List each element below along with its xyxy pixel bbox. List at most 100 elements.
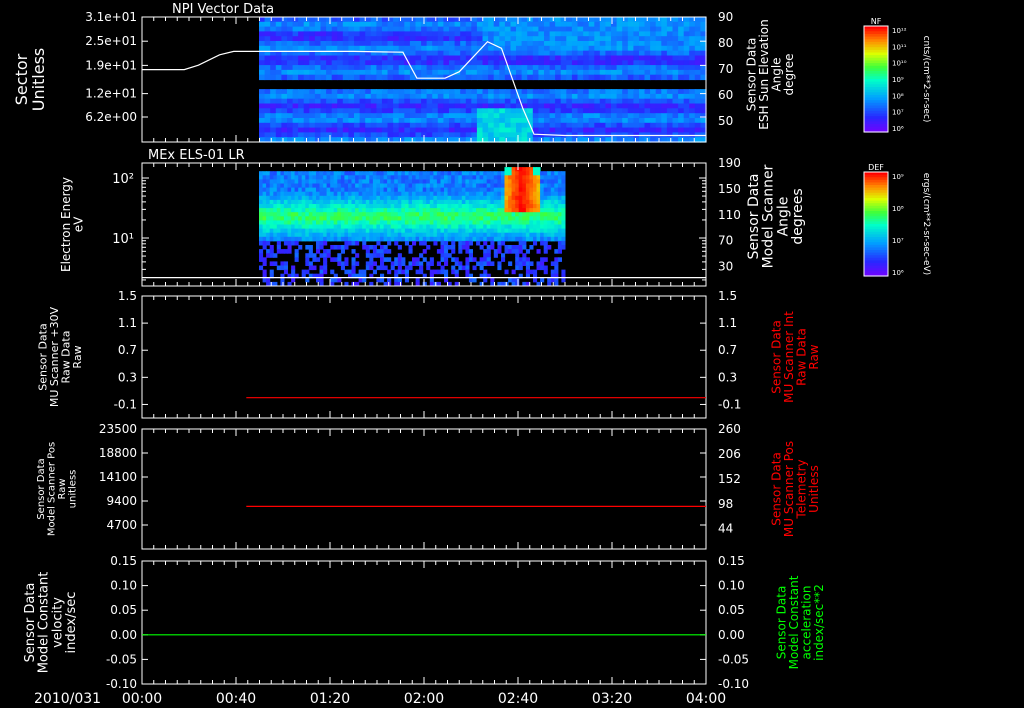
heatmap-cell [287,21,294,28]
heatmap-cell [650,122,657,129]
heatmap-cell [419,224,424,230]
heatmap-cell [525,257,530,262]
heatmap-cell [547,228,552,234]
heatmap-cell [298,93,305,100]
heatmap-cell [323,195,328,201]
heatmap-cell [305,232,310,238]
heatmap-cell [275,89,282,95]
heatmap-cell [447,253,452,258]
heatmap-cell [599,103,606,109]
heatmap-cell [666,55,674,61]
heatmap-cell [348,179,353,184]
heatmap-cell [358,199,363,205]
heatmap-cell [504,118,512,124]
heatmap-cell [490,195,495,201]
heatmap-cell [694,118,701,124]
heatmap-cell [518,204,523,209]
heatmap-cell [383,257,388,262]
heatmap-cell [287,175,292,180]
heatmap-cell [380,204,385,209]
heatmap-cell [326,204,331,209]
heatmap-cell [454,17,461,23]
heatmap-cell [340,228,345,234]
heatmap-cell [390,212,395,217]
heatmap-cell [443,127,450,133]
heatmap-cell [468,183,473,189]
heatmap-cell [266,187,271,193]
heatmap-cell [525,183,530,189]
heatmap-cell [275,74,282,81]
heatmap-cell [376,55,383,61]
heatmap-cell [490,175,495,180]
heatmap-cell [426,31,433,37]
heatmap-cell [323,212,328,217]
heatmap-cell [454,269,459,275]
y-tick-label: 23500 [99,422,137,436]
heatmap-cell [354,26,361,32]
heatmap-cell [398,60,405,66]
heatmap-cell [372,195,377,201]
heatmap-cell [508,232,513,238]
heatmap-cell [415,21,422,28]
heatmap-cell [387,55,394,61]
heatmap-cell [266,249,271,254]
right-y-tick-label: 0.00 [718,628,745,642]
heatmap-cell [666,31,674,37]
heatmap-cell [437,17,444,23]
heatmap-cell [264,118,271,124]
right-y-tick-label: 0.15 [718,554,745,568]
heatmap-cell [437,21,444,28]
heatmap-cell [298,60,305,66]
heatmap-cell [316,220,321,225]
heatmap-cell [493,175,498,180]
heatmap-cell [314,60,322,66]
heatmap-cell [454,132,461,138]
heatmap-cell [340,212,345,217]
heatmap-cell [488,122,495,129]
heatmap-cell [305,257,310,262]
heatmap-cell [433,199,438,205]
heatmap-cell [639,21,646,28]
heatmap-cell [449,60,456,66]
heatmap-cell [561,212,566,217]
left-axis-label: Sensor DataMU Scanner +30VRaw DataRaw [37,306,85,407]
heatmap-cell [323,216,328,221]
heatmap-cell [533,191,538,197]
heatmap-cell [633,127,640,133]
heatmap-cell [490,212,495,217]
heatmap-cell [283,216,288,221]
heatmap-cell [566,93,573,100]
heatmap-cell [694,50,701,57]
heatmap-cell [449,65,456,71]
heatmap-cell [330,245,335,250]
heatmap-cell [543,208,548,213]
heatmap-cell [550,179,555,184]
heatmap-cell [661,74,668,81]
heatmap-cell [583,55,590,61]
heatmap-cell [280,183,285,189]
heatmap-cell [529,175,534,180]
heatmap-cell [381,132,389,138]
heatmap-cell [465,108,472,114]
heatmap-cell [397,208,402,213]
heatmap-cell [479,204,484,209]
heatmap-cell [330,220,335,225]
heatmap-cell [527,60,534,66]
heatmap-cell [394,216,399,221]
heatmap-cell [549,60,556,66]
y-tick-label: -0.1 [114,397,137,411]
heatmap-cell [547,187,552,193]
heatmap-cell [605,74,612,81]
heatmap-cell [554,175,559,180]
heatmap-cell [443,118,450,124]
heatmap-cell [433,236,438,242]
heatmap-cell [536,236,541,242]
heatmap-cell [639,41,646,47]
heatmap-cell [533,212,538,217]
heatmap-cell [422,236,427,242]
heatmap-cell [436,236,441,242]
heatmap-cell [499,60,506,66]
heatmap-cell [337,232,342,238]
heatmap-cell [308,228,313,234]
y-tick-label: 4700 [106,518,137,532]
